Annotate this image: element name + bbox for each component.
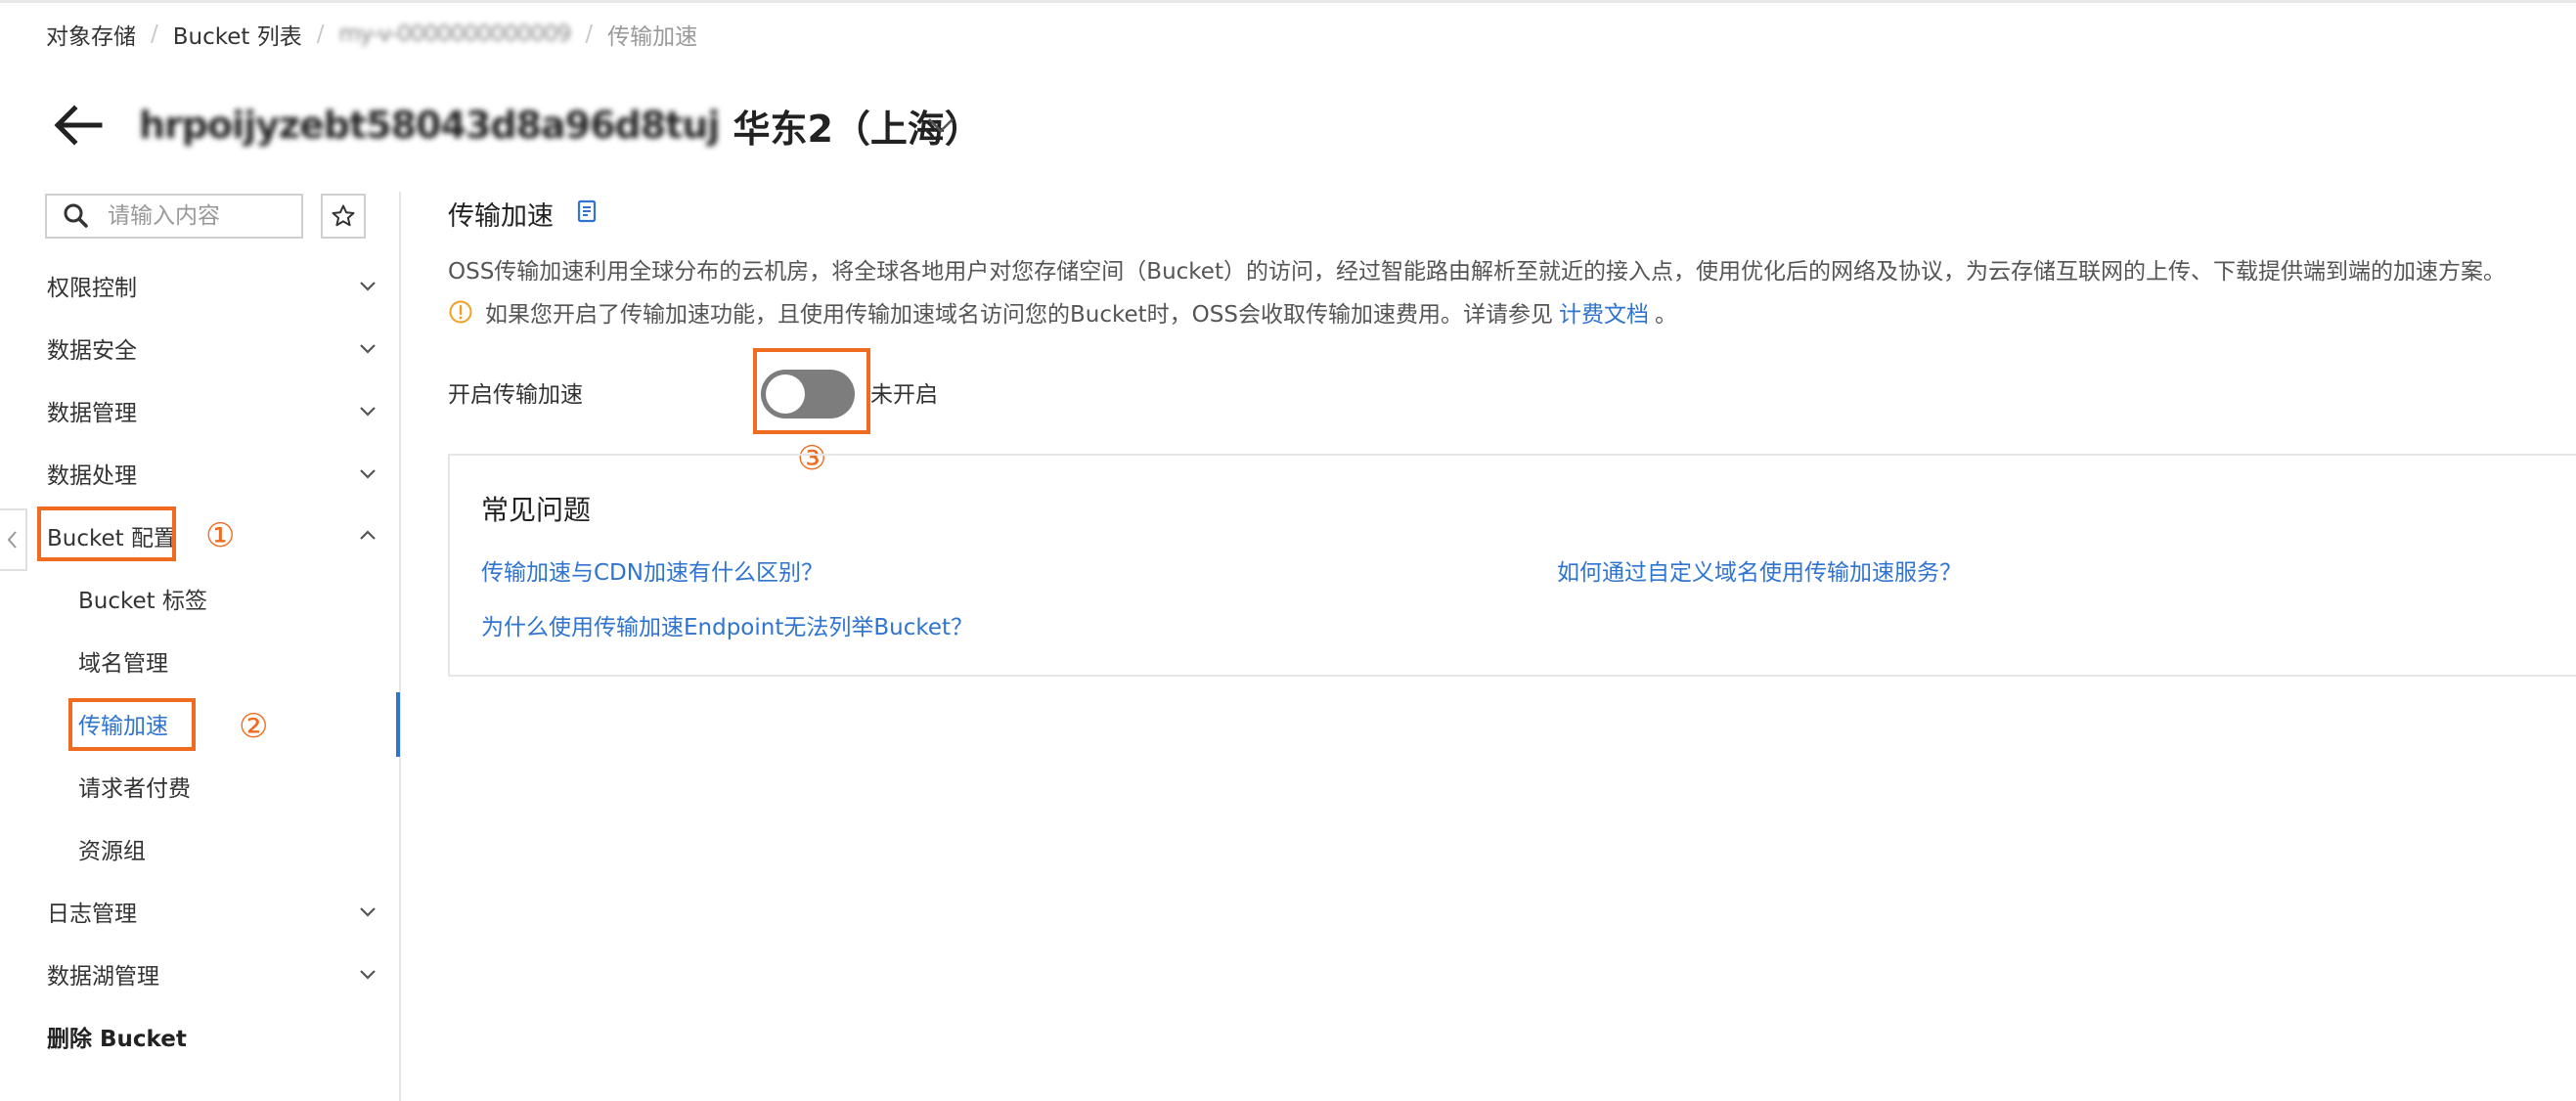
chevron-down-icon (360, 407, 376, 417)
sidebar-item-label: Bucket 标签 (78, 589, 207, 614)
sidebar-item-transfer-acceleration[interactable]: 传输加速 (0, 698, 391, 749)
billing-notice: 如果您开启了传输加速功能，且使用传输加速域名访问您的Bucket时，OSS会收取… (448, 295, 1677, 329)
chevron-down-icon (360, 970, 376, 980)
sidebar-item-label: 删除 Bucket (47, 1027, 187, 1052)
star-icon (332, 204, 355, 227)
toggle-status: 未开启 (870, 382, 938, 408)
top-border (0, 0, 2576, 3)
sidebar-item-resource-group[interactable]: 资源组 (0, 823, 391, 874)
sidebar-item-data-processing[interactable]: 数据处理 (0, 448, 391, 499)
toggle-label: 开启传输加速 (448, 382, 583, 408)
sidebar-item-label: 权限控制 (47, 276, 137, 301)
chevron-left-icon (7, 531, 17, 549)
step-marker-2: ② (239, 707, 269, 746)
sidebar-item-domain-management[interactable]: 域名管理 (0, 636, 391, 686)
faq-link-endpoint-list-bucket[interactable]: 为什么使用传输加速Endpoint无法列举Bucket？ (481, 608, 973, 641)
breadcrumb-separator: / (151, 22, 158, 47)
document-icon[interactable] (573, 198, 600, 225)
breadcrumb-object-storage[interactable]: 对象存储 (46, 18, 136, 51)
chevron-down-icon (360, 907, 376, 917)
billing-doc-link[interactable]: 计费文档 (1559, 295, 1649, 329)
breadcrumb-bucket-name[interactable]: my-v-0000000000009 (338, 22, 571, 47)
faq-link-custom-domain[interactable]: 如何通过自定义域名使用传输加速服务？ (1557, 553, 1962, 587)
sidebar-item-label: 域名管理 (78, 651, 168, 677)
transfer-acceleration-toggle[interactable] (761, 370, 855, 418)
toggle-knob (766, 374, 805, 414)
breadcrumb-separator: / (316, 22, 325, 47)
bucket-name: hrpoijyzebt58043d8a96d8tuj (139, 104, 720, 147)
chevron-down-icon (360, 282, 376, 291)
sidebar-item-delete-bucket[interactable]: 删除 Bucket (0, 1011, 391, 1062)
sidebar-item-data-lake-management[interactable]: 数据湖管理 (0, 948, 391, 999)
sidebar-collapse-button[interactable] (0, 508, 27, 571)
back-arrow-icon[interactable] (49, 98, 108, 153)
chevron-up-icon (360, 530, 376, 540)
breadcrumb-separator: / (585, 22, 594, 47)
highlight-box-step2 (68, 698, 196, 751)
chevron-down-icon (360, 469, 376, 479)
sidebar-divider (399, 192, 401, 1101)
breadcrumb-bucket-list[interactable]: Bucket 列表 (173, 18, 302, 51)
step-marker-1: ① (205, 516, 236, 555)
sidebar-item-permission-control[interactable]: 权限控制 (0, 260, 391, 311)
sidebar-active-indicator (396, 692, 400, 757)
section-title: 传输加速 (448, 200, 554, 232)
chevron-down-icon (360, 344, 376, 354)
sidebar-item-data-security[interactable]: 数据安全 (0, 323, 391, 374)
sidebar-item-label: 数据安全 (47, 338, 137, 364)
sidebar-item-label: 日志管理 (47, 902, 137, 927)
section-description: OSS传输加速利用全球分布的云机房，将全球各地用户对您存储空间（Bucket）的… (448, 259, 2506, 285)
billing-notice-text: 如果您开启了传输加速功能，且使用传输加速域名访问您的Bucket时，OSS会收取… (485, 302, 1553, 328)
sidebar-search-input[interactable] (106, 202, 295, 230)
sidebar-item-label: 数据处理 (47, 463, 137, 489)
faq-title: 常见问题 (481, 494, 592, 526)
sidebar-item-bucket-tags[interactable]: Bucket 标签 (0, 573, 391, 624)
warning-icon (449, 300, 472, 324)
search-icon (64, 203, 88, 228)
faq-link-cdn-difference[interactable]: 传输加速与CDN加速有什么区别？ (481, 553, 823, 587)
highlight-box-step1 (37, 506, 176, 561)
sidebar-item-label: 数据湖管理 (47, 964, 159, 990)
breadcrumb-current-page: 传输加速 (607, 24, 698, 50)
sidebar-item-requester-pays[interactable]: 请求者付费 (0, 761, 391, 812)
sidebar-item-log-management[interactable]: 日志管理 (0, 886, 391, 937)
billing-notice-suffix: 。 (1654, 302, 1677, 328)
favorite-button[interactable] (321, 194, 366, 239)
sidebar-item-label: 数据管理 (47, 401, 137, 426)
page-title: hrpoijyzebt58043d8a96d8tuj 华东2（上海） (139, 98, 982, 153)
sidebar-item-label: 资源组 (78, 839, 146, 864)
sidebar-item-label: 请求者付费 (78, 776, 191, 802)
sidebar-search-box (45, 194, 303, 239)
breadcrumb: 对象存储 / Bucket 列表 / my-v-0000000000009 / … (46, 18, 697, 51)
bucket-switch-chevron-down-icon[interactable] (923, 108, 958, 143)
sidebar-item-data-management[interactable]: 数据管理 (0, 385, 391, 436)
